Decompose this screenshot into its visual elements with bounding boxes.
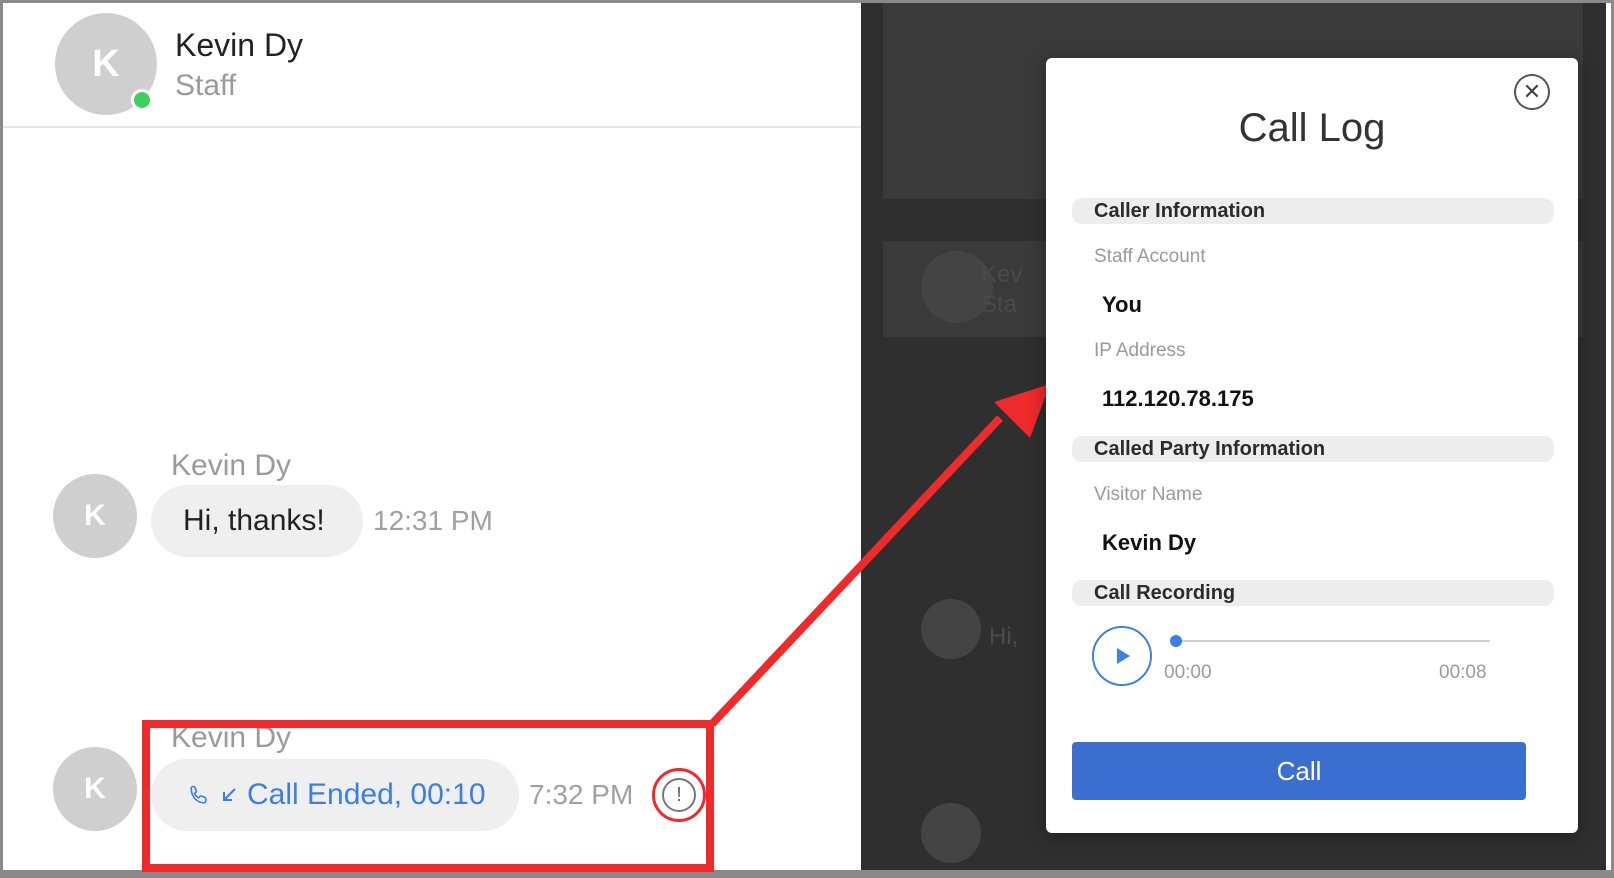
background-text: Kev: [981, 261, 1023, 288]
chat-header: K Kevin Dy Staff: [3, 3, 861, 128]
contact-name: Kevin Dy: [175, 27, 304, 63]
recording-progress-slider[interactable]: [1170, 635, 1490, 647]
avatar: [921, 599, 981, 659]
section-called-party-information: Called Party Information: [1072, 436, 1554, 462]
message-text: Hi, thanks!: [183, 504, 325, 537]
staff-account-label: Staff Account: [1094, 246, 1206, 267]
avatar[interactable]: K: [53, 747, 137, 831]
recording-current-time: 00:00: [1164, 662, 1212, 683]
recording-duration: 00:08: [1439, 662, 1487, 683]
staff-account-value: You: [1102, 292, 1142, 317]
message-time: 12:31 PM: [373, 505, 493, 536]
call-button[interactable]: Call: [1072, 742, 1526, 800]
ip-address-value: 112.120.78.175: [1102, 386, 1254, 411]
slider-handle[interactable]: [1170, 635, 1182, 647]
info-icon[interactable]: !: [662, 778, 696, 812]
close-icon[interactable]: ✕: [1514, 74, 1550, 110]
section-caller-information: Caller Information: [1072, 198, 1554, 224]
modal-title: Call Log: [1238, 106, 1386, 150]
avatar[interactable]: K: [53, 474, 137, 558]
visitor-name-value: Kevin Dy: [1102, 530, 1197, 555]
background-text: Hi,: [989, 623, 1019, 650]
avatar: [921, 803, 981, 863]
ip-address-label: IP Address: [1094, 340, 1186, 361]
play-icon[interactable]: [1092, 626, 1152, 686]
message-sender: Kevin Dy: [171, 449, 292, 482]
message-bubble: Hi, thanks!: [151, 485, 363, 557]
online-status-icon: [131, 89, 153, 111]
call-log-modal: ✕ Call Log Caller Information Staff Acco…: [1046, 58, 1578, 833]
background-text: Sta: [981, 291, 1018, 318]
annotation-highlight-box: [142, 720, 714, 872]
section-call-recording: Call Recording: [1072, 580, 1554, 606]
contact-role: Staff: [175, 69, 237, 102]
visitor-name-label: Visitor Name: [1094, 484, 1203, 505]
